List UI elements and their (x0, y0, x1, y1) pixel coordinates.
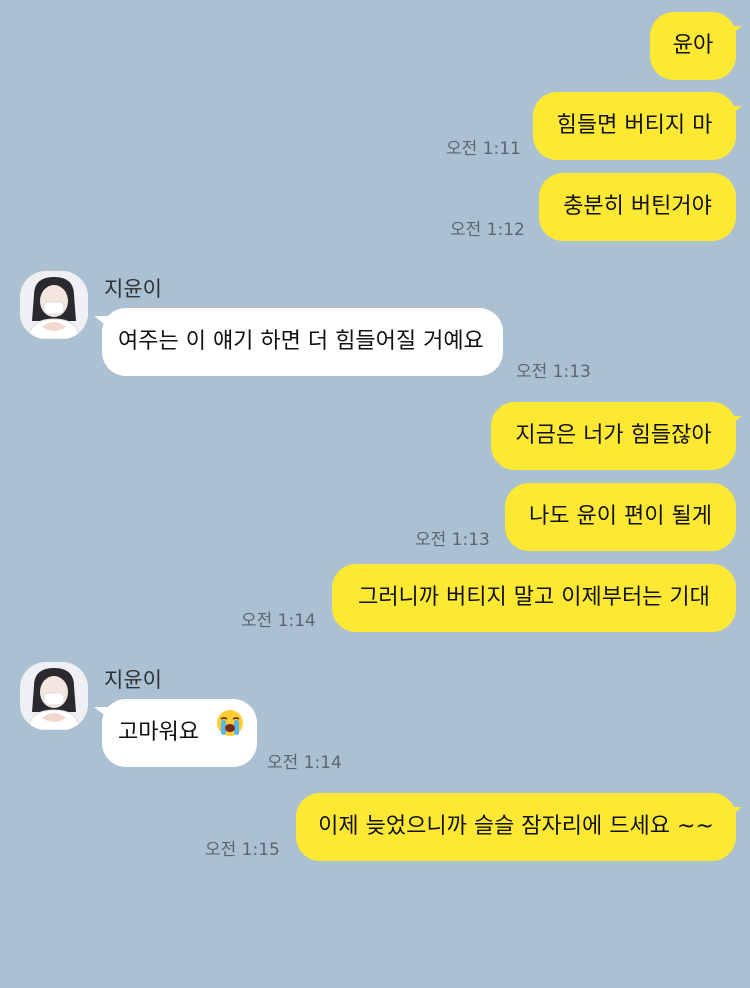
message-text: 충분히 버틴거야 (563, 194, 712, 219)
message-timestamp: 오전 1:15 (205, 840, 280, 860)
message-text: 윤아 (672, 33, 714, 58)
message-text: 이제 늦었으니까 슬슬 잠자리에 드세요 ~~ (318, 814, 714, 839)
message-text: 여주는 이 얘기 하면 더 힘들어질 거예요 (118, 329, 484, 354)
my-message-bubble[interactable]: 나도 윤이 편이 될게 (505, 483, 736, 551)
contact-avatar[interactable] (20, 271, 88, 339)
message-timestamp: 오전 1:13 (516, 362, 591, 382)
loudly-crying-face-icon (216, 697, 244, 765)
chat-window: 윤아 힘들면 버티지 마 오전 1:11 충분히 버틴거야 오전 1:12 지윤… (0, 0, 750, 988)
message-timestamp: 오전 1:11 (446, 139, 521, 159)
avatar-image (20, 662, 88, 730)
message-timestamp: 오전 1:14 (267, 753, 342, 773)
my-message-bubble[interactable]: 충분히 버틴거야 (539, 173, 736, 241)
message-text: 지금은 너가 힘들잖아 (515, 423, 712, 448)
my-message-bubble[interactable]: 이제 늦었으니까 슬슬 잠자리에 드세요 ~~ (296, 793, 736, 861)
their-message-bubble[interactable]: 여주는 이 얘기 하면 더 힘들어질 거예요 (102, 308, 503, 376)
message-timestamp: 오전 1:14 (241, 611, 316, 631)
my-message-bubble[interactable]: 지금은 너가 힘들잖아 (491, 402, 736, 470)
their-message-bubble[interactable]: 고마워요 (102, 699, 257, 767)
avatar-image (20, 271, 88, 339)
message-text: 나도 윤이 편이 될게 (529, 504, 712, 529)
contact-name: 지윤이 (104, 277, 162, 301)
my-message-bubble[interactable]: 윤아 (650, 12, 736, 80)
my-message-bubble[interactable]: 그러니까 버티지 말고 이제부터는 기대 (332, 564, 736, 632)
message-timestamp: 오전 1:12 (450, 220, 525, 240)
contact-name: 지윤이 (104, 668, 162, 692)
contact-avatar[interactable] (20, 662, 88, 730)
message-text: 힘들면 버티지 마 (556, 113, 713, 138)
message-text: 그러니까 버티지 말고 이제부터는 기대 (358, 585, 710, 610)
my-message-bubble[interactable]: 힘들면 버티지 마 (533, 92, 736, 160)
message-timestamp: 오전 1:13 (415, 530, 490, 550)
message-text: 고마워요 (118, 720, 199, 745)
